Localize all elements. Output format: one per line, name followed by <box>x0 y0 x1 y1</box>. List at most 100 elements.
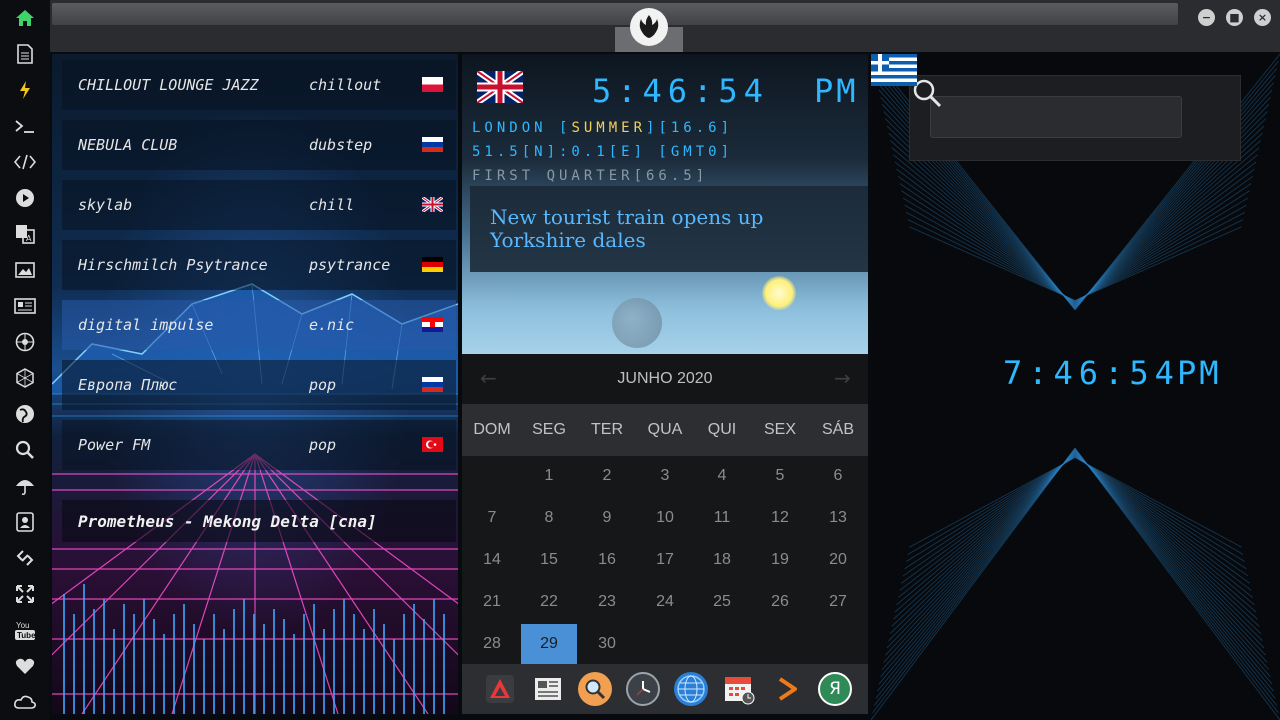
search-input[interactable] <box>930 96 1182 138</box>
calendar-day[interactable]: 27 <box>810 582 866 622</box>
translate-icon[interactable]: A <box>13 222 37 246</box>
news-icon[interactable] <box>13 294 37 318</box>
calendar-day[interactable]: 7 <box>464 498 520 538</box>
season-label: SUMMER <box>571 120 647 136</box>
calendar-day[interactable]: 4 <box>694 456 750 496</box>
calendar-day[interactable]: 14 <box>464 540 520 580</box>
calendar-day[interactable]: 15 <box>521 540 577 580</box>
anydesk-icon[interactable] <box>483 672 517 706</box>
app-dock: Я <box>462 664 868 714</box>
station-name: NEBULA CLUB <box>78 136 178 154</box>
station-genre: pop <box>309 436 337 454</box>
calendar-day[interactable]: 22 <box>521 582 577 622</box>
calendar-day[interactable]: 16 <box>579 540 635 580</box>
calendar-day[interactable]: 19 <box>752 540 808 580</box>
clock-icon[interactable] <box>626 672 660 706</box>
weekday-label: QUI <box>707 421 737 438</box>
calendar-day[interactable]: 21 <box>464 582 520 622</box>
calendar-day[interactable]: 1 <box>521 456 577 496</box>
calendar-header: JUNHO 2020 <box>462 354 868 404</box>
code-icon[interactable] <box>13 150 37 174</box>
heart-icon[interactable] <box>13 654 37 678</box>
calendar-day[interactable]: 8 <box>521 498 577 538</box>
search-icon[interactable] <box>578 672 612 706</box>
calendar-day[interactable]: 28 <box>464 624 520 664</box>
station-item[interactable]: Hirschmilch Psytrance psytrance <box>62 240 456 290</box>
link-icon[interactable] <box>13 546 37 570</box>
weekday-label: SEX <box>763 421 796 438</box>
calendar-day[interactable]: 26 <box>752 582 808 622</box>
search-widget <box>909 75 1241 161</box>
station-name: CHILLOUT LOUNGE JAZZ <box>78 76 259 94</box>
calendar-day[interactable]: 10 <box>637 498 693 538</box>
calendar-day[interactable]: 12 <box>752 498 808 538</box>
rebel-emblem-icon[interactable] <box>630 8 668 46</box>
image-icon[interactable] <box>13 258 37 282</box>
calendar-icon[interactable] <box>722 672 756 706</box>
station-item[interactable]: skylab chill <box>62 180 456 230</box>
uk-flag-icon <box>422 197 443 212</box>
contacts-icon[interactable] <box>13 510 37 534</box>
calendar-day[interactable]: 20 <box>810 540 866 580</box>
rebel-alliance-icon[interactable] <box>13 330 37 354</box>
calendar-day[interactable]: 5 <box>752 456 808 496</box>
calendar-day[interactable]: 6 <box>810 456 866 496</box>
coordinates-line: 51.5[N]:0.1[E] [GMT0] <box>472 144 734 160</box>
play-icon[interactable] <box>13 186 37 210</box>
calendar-day[interactable]: 3 <box>637 456 693 496</box>
hexagon-icon[interactable] <box>13 366 37 390</box>
search-icon[interactable] <box>13 438 37 462</box>
close-button[interactable]: × <box>1254 9 1271 26</box>
calendar-day-today[interactable]: 29 <box>521 624 577 664</box>
calendar-day[interactable]: 30 <box>579 624 635 664</box>
expand-icon[interactable] <box>13 582 37 606</box>
station-genre: chillout <box>309 76 382 94</box>
app-sidebar: A You Tube <box>0 0 50 720</box>
world-clock-london: 5:46:54 PM LONDON [SUMMER][16.6] 51.5[N]… <box>462 54 868 354</box>
arrow-icon[interactable] <box>770 672 804 706</box>
right-panel: 7:46:54 PM <box>871 54 1280 720</box>
station-item[interactable]: digital impulse e.nic <box>62 300 456 350</box>
minimize-button[interactable]: − <box>1198 9 1215 26</box>
globe-icon[interactable] <box>13 402 37 426</box>
station-item[interactable]: NEBULA CLUB dubstep <box>62 120 456 170</box>
calendar-next-button[interactable]: → <box>834 366 851 390</box>
station-item[interactable]: Европа Плюс pop <box>62 360 456 410</box>
greece-flag-icon <box>871 54 917 86</box>
youtube-icon[interactable]: You Tube <box>13 618 37 642</box>
bolt-icon[interactable] <box>13 78 37 102</box>
cloud-icon[interactable] <box>13 690 37 714</box>
calendar-day[interactable]: 25 <box>694 582 750 622</box>
terminal-icon[interactable] <box>13 114 37 138</box>
newspaper-icon[interactable] <box>531 672 565 706</box>
calendar-day[interactable]: 17 <box>637 540 693 580</box>
calendar-day[interactable]: 23 <box>579 582 635 622</box>
russia-flag-icon <box>422 137 443 152</box>
station-item[interactable]: CHILLOUT LOUNGE JAZZ chillout <box>62 60 456 110</box>
calendar-day[interactable]: 24 <box>637 582 693 622</box>
news-headline[interactable]: New tourist train opens up Yorkshire dal… <box>470 186 868 272</box>
calendar-day[interactable]: 2 <box>579 456 635 496</box>
calendar-prev-button[interactable]: ← <box>480 366 497 390</box>
globe-icon[interactable] <box>674 672 708 706</box>
germany-flag-icon <box>422 257 443 272</box>
calendar-grid: 1 2 3 4 5 6 7 8 9 10 11 12 13 14 15 16 17 18 19 20 21 22 23 24 2… <box>462 456 868 664</box>
document-icon[interactable] <box>13 42 37 66</box>
poland-flag-icon <box>422 77 443 92</box>
maximize-button[interactable]: ■ <box>1226 9 1243 26</box>
home-icon[interactable] <box>13 6 37 30</box>
station-item[interactable]: Power FM pop <box>62 420 456 470</box>
station-name: Европа Плюс <box>78 376 178 394</box>
russia-flag-icon <box>422 377 443 392</box>
calendar-day[interactable]: 9 <box>579 498 635 538</box>
calendar-day[interactable]: 13 <box>810 498 866 538</box>
london-time: 5:46:54 <box>592 72 769 110</box>
calendar-day[interactable]: 11 <box>694 498 750 538</box>
svg-text:Tube: Tube <box>17 631 36 640</box>
turkey-flag-icon <box>422 437 443 452</box>
svg-text:A: A <box>26 234 32 243</box>
calendar-day[interactable]: 18 <box>694 540 750 580</box>
umbrella-icon[interactable] <box>13 474 37 498</box>
yandex-icon[interactable]: Я <box>818 672 852 706</box>
title-strip[interactable] <box>52 3 1178 25</box>
